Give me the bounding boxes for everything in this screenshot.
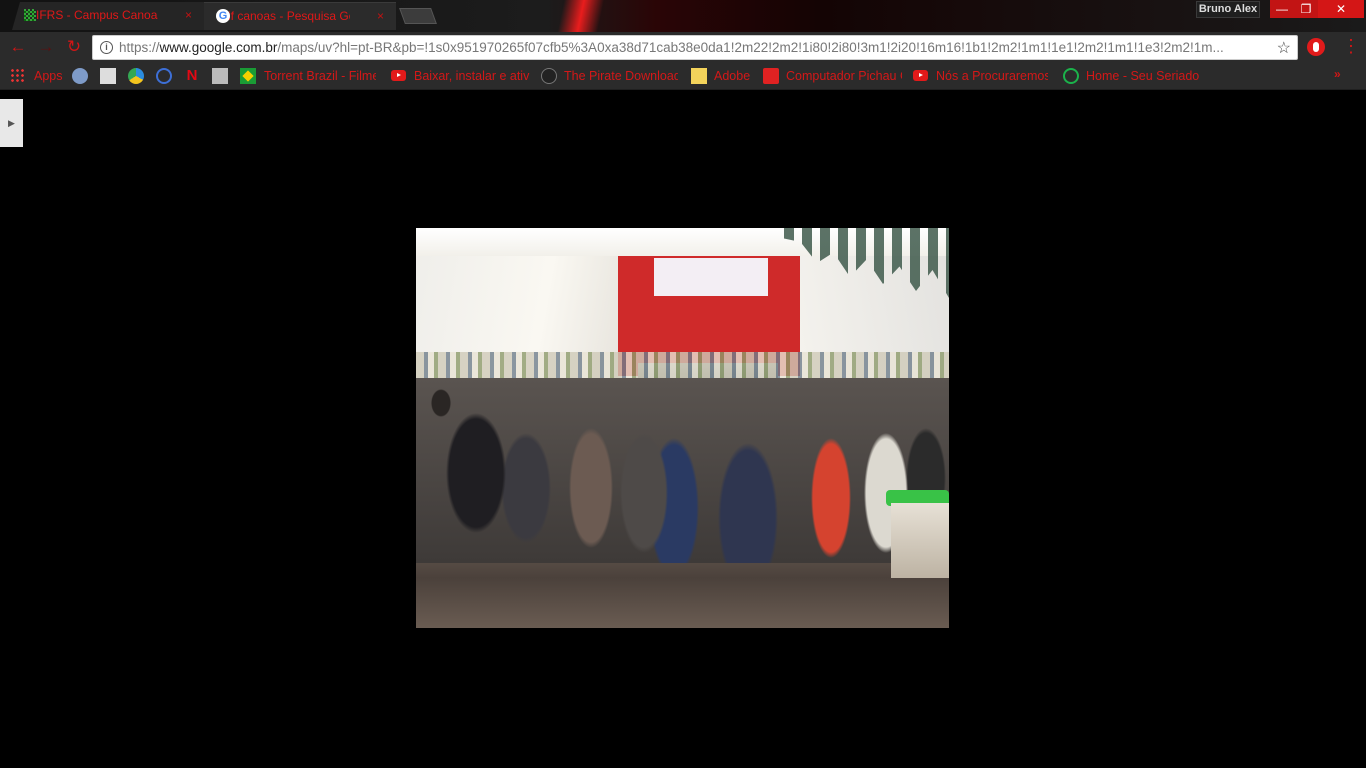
grid-icon [24, 9, 36, 21]
bookmark-icon-3[interactable] [128, 68, 144, 84]
bookmark-pichau[interactable]: Computador Pichau G [786, 67, 902, 85]
bookmarks-bar: Apps N Torrent Brazil - Filmes Baixar, i… [0, 62, 1366, 90]
browser-toolbar: ← → ↻ i https://www.google.com.br/maps/u… [0, 32, 1366, 62]
bookmark-nos-a-procuraremos[interactable]: Nós a Procuraremos [936, 67, 1048, 85]
bookmark-baixar-instalar[interactable]: Baixar, instalar e ativar [414, 67, 530, 85]
bookmark-adobe[interactable]: Adobe [714, 67, 754, 85]
opera-extension-icon[interactable] [1307, 38, 1325, 56]
page-content: ▶ [0, 91, 1366, 768]
tab-close-button[interactable]: × [377, 3, 384, 29]
netflix-icon[interactable]: N [184, 68, 200, 84]
url-scheme: https:// [119, 40, 160, 55]
tab-if-canoas-search[interactable]: G if canoas - Pesquisa Google × [204, 2, 396, 30]
youtube-icon [913, 70, 928, 81]
menu-icon[interactable]: ⋮ [1342, 37, 1360, 55]
bookmark-pirate-download[interactable]: The Pirate Download [564, 67, 678, 85]
place-photo[interactable] [416, 228, 949, 628]
photo-window [654, 258, 768, 296]
tab-title: IFRS - Campus Canoas [36, 8, 158, 22]
forward-button[interactable]: → [36, 37, 56, 57]
url-host: www.google.com.br [159, 40, 278, 55]
bookmark-star-icon[interactable]: ☆ [1277, 38, 1291, 58]
url-text[interactable]: https://www.google.com.br/maps/uv?hl=pt-… [119, 36, 1267, 59]
minimize-button[interactable]: — [1270, 0, 1294, 18]
bookmark-icon-6[interactable] [212, 68, 228, 84]
title-bar: IFRS - Campus Canoas × G if canoas - Pes… [0, 0, 1366, 32]
photo-crowd [416, 378, 949, 563]
tab-title: if canoas - Pesquisa Google [228, 9, 350, 23]
download-icon[interactable] [156, 68, 172, 84]
side-panel-toggle[interactable]: ▶ [0, 99, 23, 147]
tab-close-button[interactable]: × [185, 2, 192, 28]
bookmarks-overflow-button[interactable]: » [1334, 67, 1341, 81]
bookmark-icon-1[interactable] [72, 68, 88, 84]
back-button[interactable]: ← [8, 37, 28, 57]
youtube-icon [391, 70, 406, 81]
brazil-flag-icon [240, 68, 256, 84]
reload-button[interactable]: ↻ [64, 37, 84, 57]
address-bar[interactable]: i https://www.google.com.br/maps/uv?hl=p… [92, 35, 1298, 60]
photo-table [891, 503, 949, 578]
bookmark-seu-seriado[interactable]: Home - Seu Seriado [1086, 67, 1202, 85]
google-icon: G [216, 9, 230, 23]
close-window-button[interactable]: ✕ [1318, 0, 1364, 18]
apps-grid-icon [10, 68, 26, 84]
pichau-icon [763, 68, 779, 84]
profile-button[interactable]: Bruno Alex [1196, 1, 1260, 18]
url-path: /maps/uv?hl=pt-BR&pb=!1s0x951970265f07cf… [277, 40, 1224, 55]
bookmark-icon-2[interactable] [100, 68, 116, 84]
play-icon [1063, 68, 1079, 84]
pirate-icon [541, 68, 557, 84]
note-icon [691, 68, 707, 84]
site-info-icon[interactable]: i [100, 41, 113, 54]
theme-red-streak [553, 0, 607, 32]
tab-ifrs-campus-canoas[interactable]: IFRS - Campus Canoas × [12, 2, 204, 30]
bookmark-torrent-brazil[interactable]: Torrent Brazil - Filmes [264, 67, 376, 85]
photo-poster-banner [416, 352, 949, 378]
bookmark-apps[interactable]: Apps [34, 67, 63, 85]
new-tab-button[interactable] [399, 8, 437, 24]
maximize-button[interactable]: ❐ [1294, 0, 1318, 18]
